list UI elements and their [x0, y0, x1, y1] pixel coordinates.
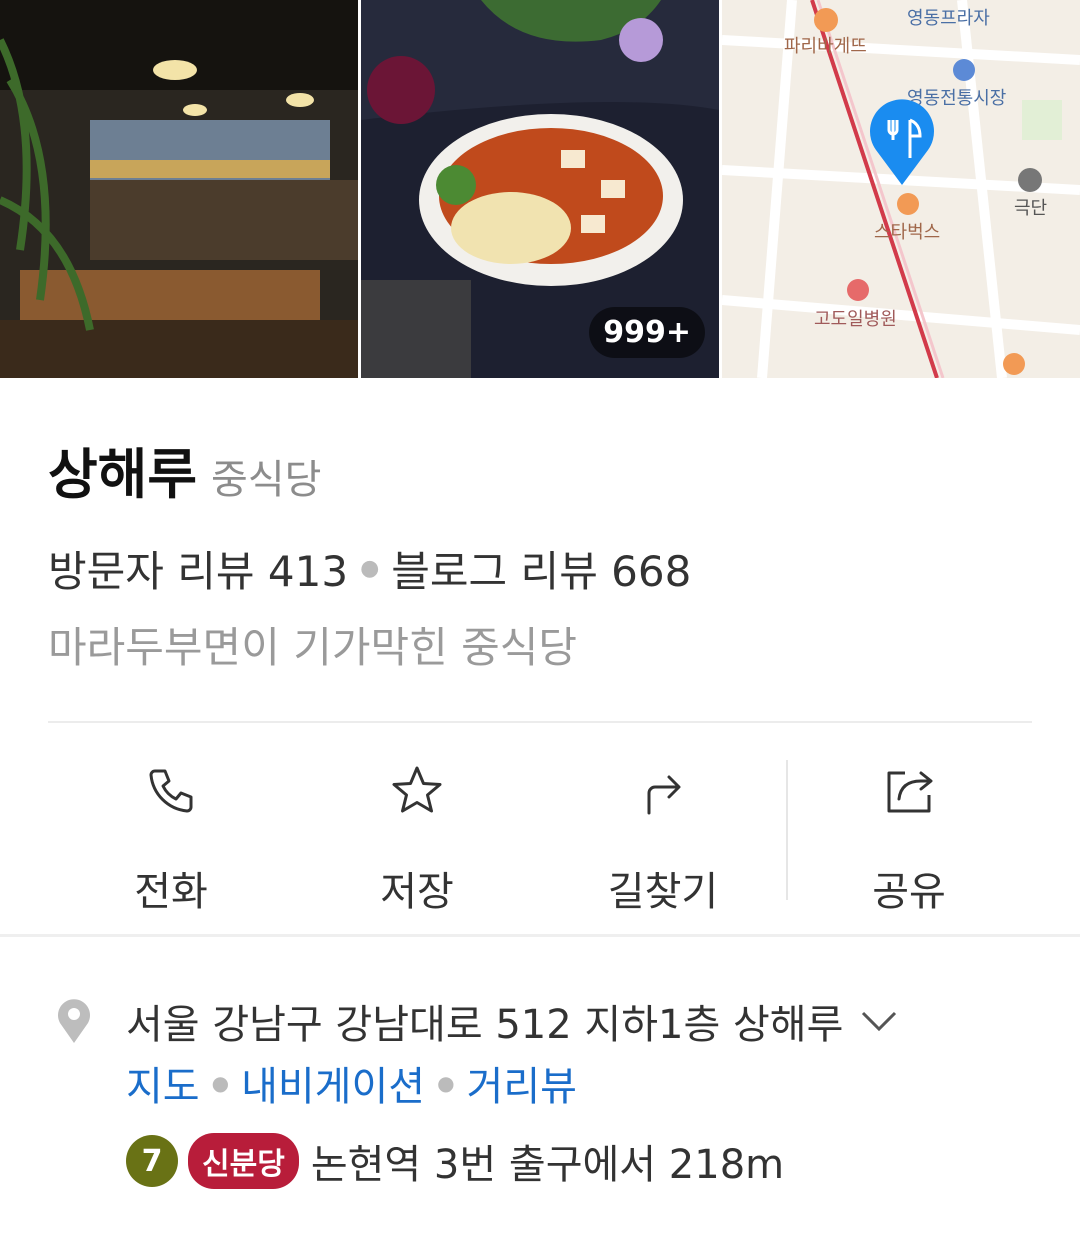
subway-line-7-badge: 7: [126, 1135, 178, 1187]
blog-review-link[interactable]: 블로그 리뷰 668: [391, 538, 691, 599]
section-divider: [0, 934, 1080, 937]
address-row[interactable]: 서울 강남구 강남대로 512 지하1층 상해루: [56, 992, 899, 1050]
review-summary: 방문자 리뷰 413 ● 블로그 리뷰 668: [48, 538, 691, 599]
share-button[interactable]: 공유: [786, 723, 1032, 935]
save-label: 저장: [380, 869, 454, 915]
photo-count-badge: 999+: [589, 307, 705, 358]
map-label-theater: 극단: [1014, 198, 1047, 219]
interior-photo[interactable]: [0, 0, 358, 378]
streetview-link[interactable]: 거리뷰: [467, 1054, 577, 1112]
subway-shinbundang-badge: 신분당: [188, 1133, 299, 1189]
place-category: 중식당: [211, 457, 322, 503]
phone-icon: [149, 769, 193, 813]
location-marker-icon: [58, 999, 90, 1043]
place-tagline: 마라두부면이 기가막힌 중식당: [48, 623, 578, 672]
photo-strip: 999+ 영동프라자 파리바게뜨 영동전통시장 극단 스타벅스 고도일병원: [0, 0, 1080, 378]
directions-label: 길찾기: [607, 869, 719, 915]
directions-icon: [647, 775, 681, 815]
separator-dot: ●: [437, 1071, 455, 1095]
share-label: 공유: [872, 869, 946, 915]
navigation-link[interactable]: 내비게이션: [241, 1054, 425, 1112]
food-photo[interactable]: 999+: [361, 0, 719, 378]
map-label-starbucks: 스타벅스: [874, 222, 940, 243]
action-separator: [786, 760, 788, 900]
map-link[interactable]: 지도: [126, 1054, 200, 1112]
map-label-hospital: 고도일병원: [814, 309, 897, 330]
address-links: 지도 ● 내비게이션 ● 거리뷰: [126, 1054, 577, 1112]
place-header: 상해루 중식당: [48, 430, 321, 509]
directions-button[interactable]: 길찾기: [540, 723, 786, 935]
map-label-plaza: 영동프라자: [907, 8, 990, 29]
visitor-review-link[interactable]: 방문자 리뷰 413: [48, 538, 348, 599]
share-icon: [887, 771, 933, 813]
map-label-market: 영동전통시장: [907, 88, 1006, 109]
star-icon: [392, 766, 442, 813]
map-thumbnail[interactable]: 영동프라자 파리바게뜨 영동전통시장 극단 스타벅스 고도일병원: [722, 0, 1080, 378]
call-button[interactable]: 전화: [48, 723, 294, 935]
subway-info: 7 신분당 논현역 3번 출구에서 218m: [126, 1132, 784, 1190]
map-label-bakery: 파리바게뜨: [784, 36, 867, 57]
save-button[interactable]: 저장: [294, 723, 540, 935]
address-text: 서울 강남구 강남대로 512 지하1층 상해루: [126, 1002, 844, 1048]
chevron-down-icon[interactable]: [859, 1009, 899, 1033]
place-name: 상해루: [48, 443, 198, 506]
action-bar: 전화 저장 길찾기 공유: [48, 723, 1032, 935]
separator-dot: ●: [211, 1071, 230, 1095]
separator-dot: ●: [360, 556, 380, 581]
subway-distance-text: 논현역 3번 출구에서 218m: [310, 1142, 785, 1188]
call-label: 전화: [134, 869, 208, 915]
